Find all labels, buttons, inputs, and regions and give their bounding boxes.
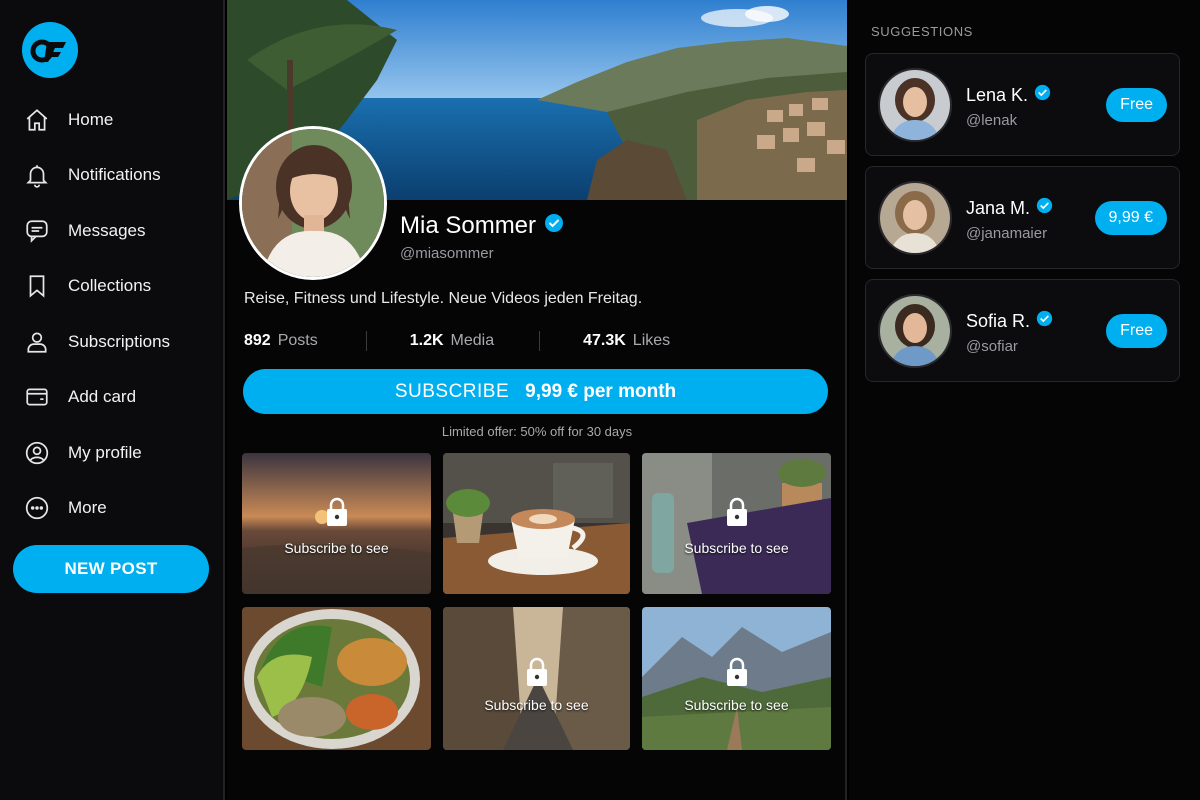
sidebar-item-label: Collections	[68, 276, 152, 296]
suggestion-name: Lena K.	[966, 84, 1029, 105]
profile-handle: @miasommer	[400, 245, 494, 262]
suggestions-title: SUGGESTIONS	[871, 24, 973, 39]
sidebar-item-notifications[interactable]: Notifications	[22, 148, 212, 204]
profile-bio: Reise, Fitness und Lifestyle. Neue Video…	[244, 290, 643, 307]
stat-value: 892	[244, 332, 271, 349]
stat-media[interactable]: 1.2K Media	[410, 332, 494, 350]
suggestion-card[interactable]: Sofia R. @sofiar Free	[865, 279, 1180, 382]
lock-icon	[326, 497, 347, 526]
sidebar-item-label: Add card	[68, 387, 137, 407]
locked-text: Subscribe to see	[684, 540, 789, 556]
stat-value: 47.3K	[583, 332, 626, 349]
sidebar: Home Notifications Messages Collections …	[0, 0, 225, 800]
stat-posts[interactable]: 892 Posts	[244, 332, 318, 350]
bell-icon	[22, 160, 52, 190]
stat-label: Media	[450, 332, 495, 349]
user-icon	[22, 327, 52, 357]
profile-name: Mia Sommer	[400, 212, 537, 239]
suggestion-name: Jana M.	[966, 197, 1031, 218]
sidebar-item-my-profile[interactable]: My profile	[22, 425, 212, 481]
sidebar-item-label: Notifications	[68, 165, 161, 185]
verified-icon	[1036, 310, 1053, 332]
sidebar-item-label: Subscriptions	[68, 331, 171, 351]
avatar[interactable]	[878, 294, 952, 368]
sidebar-item-home[interactable]: Home	[22, 92, 212, 148]
sidebar-item-more[interactable]: More	[22, 481, 212, 537]
profile-main: Mia Sommer @miasommer Reise, Fitness und…	[227, 0, 847, 800]
offer-text: Limited offer: 50% off for 30 days	[441, 424, 633, 439]
media-tile-locked[interactable]: Subscribe to see	[642, 607, 831, 750]
logo[interactable]	[22, 22, 78, 78]
sidebar-item-label: Messages	[68, 220, 146, 240]
sidebar-item-add-card[interactable]: Add card	[22, 370, 212, 426]
stat-label: Posts	[277, 332, 318, 349]
stat-divider	[539, 331, 541, 351]
subscribe-button[interactable]: SUBSCRIBE 9,99 € per month	[243, 369, 828, 414]
avatar[interactable]	[878, 181, 952, 255]
stat-label: Likes	[632, 332, 671, 349]
new-post-button[interactable]: NEW POST	[13, 545, 209, 593]
suggestion-handle: @lenak	[966, 112, 1018, 129]
sidebar-item-label: More	[68, 498, 107, 518]
lock-icon	[726, 497, 747, 526]
stat-divider	[365, 331, 367, 351]
bookmark-icon	[22, 271, 52, 301]
suggestion-name-row: Lena K.	[966, 84, 1051, 106]
subscribe-price-button[interactable]: 9,99 €	[1094, 201, 1167, 235]
avatar[interactable]	[878, 68, 952, 142]
subscribe-label: SUBSCRIBE	[394, 380, 510, 402]
suggestion-handle: @sofiar	[966, 338, 1018, 355]
sidebar-item-label: My profile	[68, 442, 142, 462]
suggestions-panel: SUGGESTIONS Lena K. @lenak Free Jana M. …	[849, 0, 1200, 800]
profile-name-row: Mia Sommer	[400, 212, 564, 240]
subscribe-free-button[interactable]: Free	[1106, 88, 1167, 122]
sidebar-item-collections[interactable]: Collections	[22, 259, 212, 315]
sidebar-item-label: Home	[68, 109, 114, 129]
stat-value: 1.2K	[409, 332, 444, 349]
card-icon	[22, 382, 52, 412]
sidebar-nav: Home Notifications Messages Collections …	[22, 92, 212, 536]
suggestion-card[interactable]: Jana M. @janamaier 9,99 €	[865, 166, 1180, 269]
more-icon	[22, 493, 52, 523]
media-tile-locked[interactable]: Subscribe to see	[642, 453, 831, 594]
media-tile-bowl[interactable]	[242, 607, 431, 750]
suggestion-card[interactable]: Lena K. @lenak Free	[865, 53, 1180, 156]
suggestion-name-row: Jana M.	[966, 197, 1053, 219]
chat-icon	[22, 216, 52, 246]
media-tile-coffee[interactable]	[443, 453, 630, 594]
suggestion-handle: @janamaier	[966, 225, 1048, 242]
subscribe-price: 9,99 € per month	[525, 380, 677, 402]
sidebar-item-messages[interactable]: Messages	[22, 203, 212, 259]
verified-icon	[1036, 197, 1053, 219]
lock-icon	[526, 657, 547, 686]
stat-likes[interactable]: 47.3K Likes	[583, 332, 670, 350]
of-logo-icon	[30, 39, 66, 63]
locked-text: Subscribe to see	[284, 540, 389, 556]
locked-text: Subscribe to see	[684, 697, 789, 713]
media-tile-locked[interactable]: Subscribe to see	[443, 607, 630, 750]
suggestion-name-row: Sofia R.	[966, 310, 1053, 332]
verified-icon	[1034, 84, 1051, 106]
profile-avatar[interactable]	[239, 126, 387, 280]
subscribe-free-button[interactable]: Free	[1106, 314, 1167, 348]
locked-text: Subscribe to see	[484, 697, 589, 713]
profile-stats: 892 Posts 1.2K Media 47.3K Likes	[244, 330, 834, 352]
media-tile-locked[interactable]: Subscribe to see	[242, 453, 431, 594]
lock-icon	[726, 657, 747, 686]
home-icon	[22, 105, 52, 135]
suggestion-name: Sofia R.	[966, 310, 1031, 331]
sidebar-item-subscriptions[interactable]: Subscriptions	[22, 314, 212, 370]
profile-icon	[22, 438, 52, 468]
verified-icon	[544, 212, 564, 240]
